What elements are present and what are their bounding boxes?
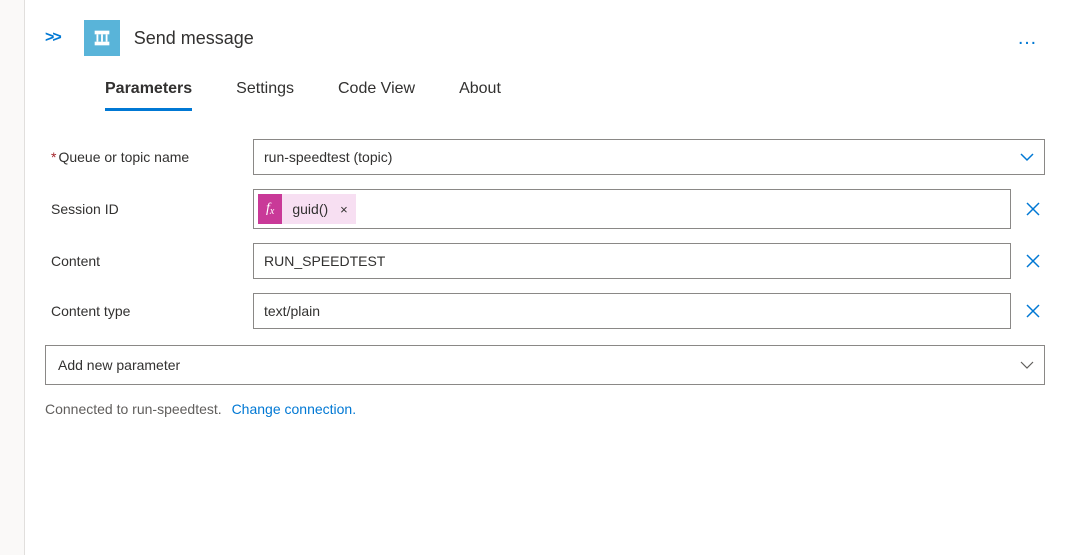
more-menu-icon[interactable]: … — [1011, 27, 1045, 50]
tab-code-view[interactable]: Code View — [338, 74, 415, 111]
tab-about[interactable]: About — [459, 74, 501, 111]
row-session-id: Session ID fx guid() × — [45, 189, 1045, 229]
label-queue: Queue or topic name — [45, 149, 241, 165]
row-content-type: Content type text/plain — [45, 293, 1045, 329]
content-input[interactable]: RUN_SPEEDTEST — [253, 243, 1011, 279]
content-value: RUN_SPEEDTEST — [264, 253, 1000, 269]
tab-strip: Parameters Settings Code View About — [105, 74, 1045, 111]
content-type-input[interactable]: text/plain — [253, 293, 1011, 329]
expression-token[interactable]: fx guid() × — [258, 194, 356, 224]
label-content-type: Content type — [45, 303, 241, 319]
queue-dropdown[interactable]: run-speedtest (topic) — [253, 139, 1045, 175]
expand-icon[interactable]: >> — [45, 29, 60, 47]
content-type-value: text/plain — [264, 303, 1000, 319]
action-service-bus-icon — [84, 20, 120, 56]
add-parameter-dropdown[interactable]: Add new parameter — [45, 345, 1045, 385]
action-title: Send message — [134, 28, 997, 49]
tab-parameters[interactable]: Parameters — [105, 74, 192, 111]
chevron-down-icon — [1020, 150, 1034, 164]
connection-status: Connected to run-speedtest. Change conne… — [45, 401, 1045, 417]
clear-session-id-button[interactable] — [1021, 201, 1045, 217]
tab-settings[interactable]: Settings — [236, 74, 294, 111]
connection-name: run-speedtest. — [132, 401, 222, 417]
row-content: Content RUN_SPEEDTEST — [45, 243, 1045, 279]
change-connection-link[interactable]: Change connection. — [232, 401, 357, 417]
left-rail — [0, 0, 25, 555]
main-panel: >> Send message … Parameters Settings Co… — [25, 0, 1077, 555]
add-parameter-label: Add new parameter — [58, 357, 180, 373]
clear-content-button[interactable] — [1021, 253, 1045, 269]
chevron-down-icon — [1020, 358, 1034, 372]
card-header: >> Send message … — [45, 20, 1045, 56]
clear-content-type-button[interactable] — [1021, 303, 1045, 319]
label-session-id: Session ID — [45, 201, 241, 217]
label-content: Content — [45, 253, 241, 269]
queue-value: run-speedtest (topic) — [264, 149, 1008, 165]
row-queue: Queue or topic name run-speedtest (topic… — [45, 139, 1045, 175]
expression-text: guid() — [292, 201, 328, 217]
fx-icon: fx — [258, 194, 282, 224]
connection-status-prefix: Connected to — [45, 401, 132, 417]
token-remove-icon[interactable]: × — [340, 202, 348, 217]
session-id-input[interactable]: fx guid() × — [253, 189, 1011, 229]
parameters-form: Queue or topic name run-speedtest (topic… — [45, 139, 1045, 329]
